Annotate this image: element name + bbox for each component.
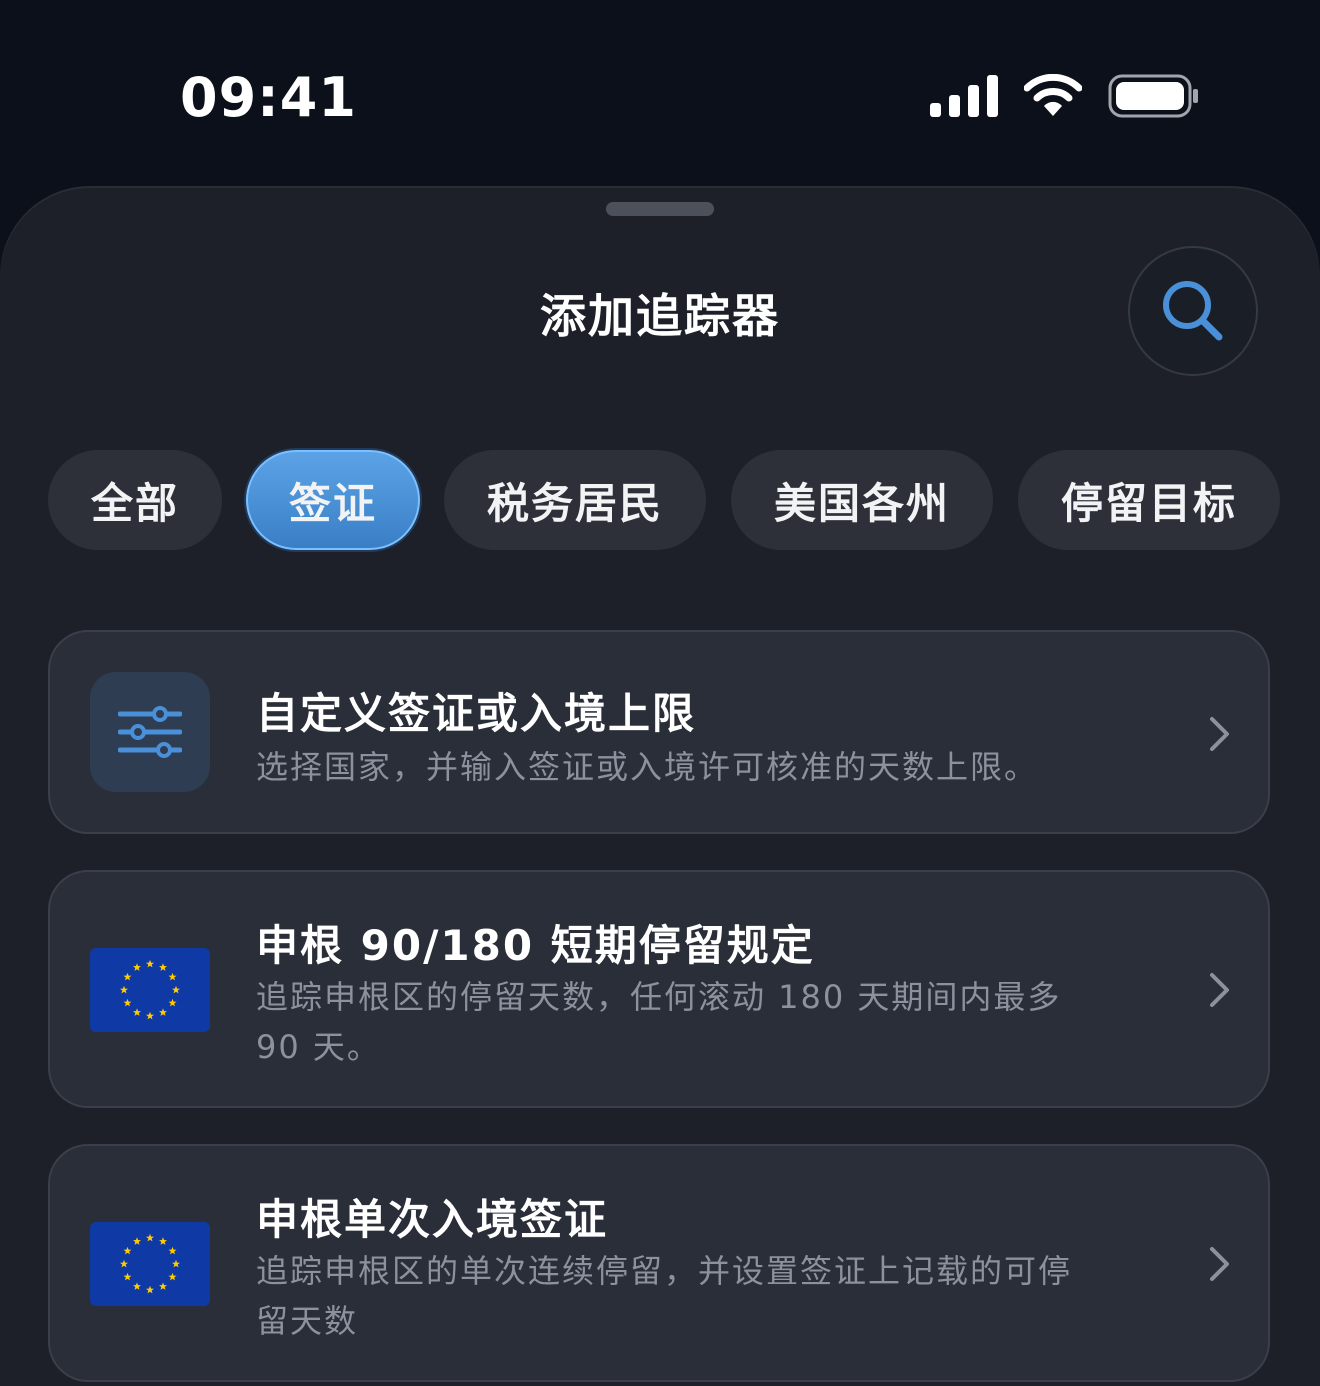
- eu-star-icon: [133, 1237, 141, 1245]
- eu-star-icon: [159, 1237, 167, 1245]
- eu-star-icon: [120, 1259, 128, 1268]
- tracker-card-custom-visa[interactable]: 自定义签证或入境上限 选择国家，并输入签证或入境许可核准的天数上限。: [48, 630, 1270, 834]
- eu-flag-icon: [90, 948, 210, 1032]
- eu-star-icon: [146, 959, 154, 968]
- card-description: 选择国家，并输入签证或入境许可核准的天数上限。: [256, 748, 1039, 786]
- search-icon: [1163, 281, 1223, 341]
- eu-star-icon: [146, 1285, 154, 1294]
- status-bar: 09:41: [0, 0, 1320, 190]
- battery-icon: [1108, 74, 1198, 118]
- eu-star-icon: [133, 1282, 141, 1290]
- tab-tax-residency[interactable]: 税务居民: [444, 450, 706, 550]
- eu-star-icon: [159, 963, 167, 971]
- eu-star-icon: [123, 998, 132, 1007]
- eu-star-icon: [172, 1259, 180, 1268]
- eu-star-icon: [168, 1272, 177, 1281]
- chevron-right-icon: [1210, 1247, 1229, 1281]
- eu-star-icon: [123, 1246, 132, 1255]
- chevron-right-icon: [1210, 973, 1229, 1007]
- card-title: 申根单次入境签证: [256, 1195, 609, 1244]
- card-description: 追踪申根区的单次连续停留，并设置签证上记载的可停留天数: [256, 1252, 1073, 1340]
- eu-star-icon: [133, 1008, 141, 1016]
- card-title: 申根 90/180 短期停留规定: [256, 921, 815, 970]
- wifi-icon: [1024, 74, 1082, 116]
- eu-star-icon: [133, 963, 141, 971]
- cellular-signal-icon: [930, 75, 998, 117]
- tab-visa[interactable]: 签证: [246, 450, 420, 550]
- tab-stay-goals[interactable]: 停留目标: [1018, 450, 1280, 550]
- eu-star-icon: [168, 972, 177, 981]
- tracker-card-schengen-single-entry[interactable]: 申根单次入境签证 追踪申根区的单次连续停留，并设置签证上记载的可停留天数: [48, 1144, 1270, 1382]
- eu-star-icon: [146, 1233, 154, 1242]
- sheet-grabber[interactable]: [606, 202, 714, 216]
- status-time: 09:41: [180, 66, 357, 129]
- tracker-card-schengen-90-180[interactable]: 申根 90/180 短期停留规定 追踪申根区的停留天数，任何滚动 180 天期间…: [48, 870, 1270, 1108]
- tab-us-states[interactable]: 美国各州: [731, 450, 993, 550]
- sheet-title: 添加追踪器: [540, 289, 780, 343]
- eu-star-icon: [123, 1272, 132, 1281]
- status-icons: [930, 74, 1200, 118]
- eu-star-icon: [159, 1008, 167, 1016]
- eu-flag-icon: [90, 1222, 210, 1306]
- search-button[interactable]: [1128, 246, 1258, 376]
- eu-star-icon: [120, 985, 128, 994]
- eu-star-icon: [146, 1011, 154, 1020]
- eu-star-icon: [168, 1246, 177, 1255]
- eu-star-icon: [123, 972, 132, 981]
- eu-star-icon: [159, 1282, 167, 1290]
- card-description: 追踪申根区的停留天数，任何滚动 180 天期间内最多 90 天。: [256, 978, 1062, 1066]
- eu-star-icon: [168, 998, 177, 1007]
- sliders-icon: [90, 672, 210, 792]
- chevron-right-icon: [1210, 717, 1229, 751]
- tab-all[interactable]: 全部: [48, 450, 222, 550]
- eu-star-icon: [172, 985, 180, 994]
- card-title: 自定义签证或入境上限: [256, 689, 697, 738]
